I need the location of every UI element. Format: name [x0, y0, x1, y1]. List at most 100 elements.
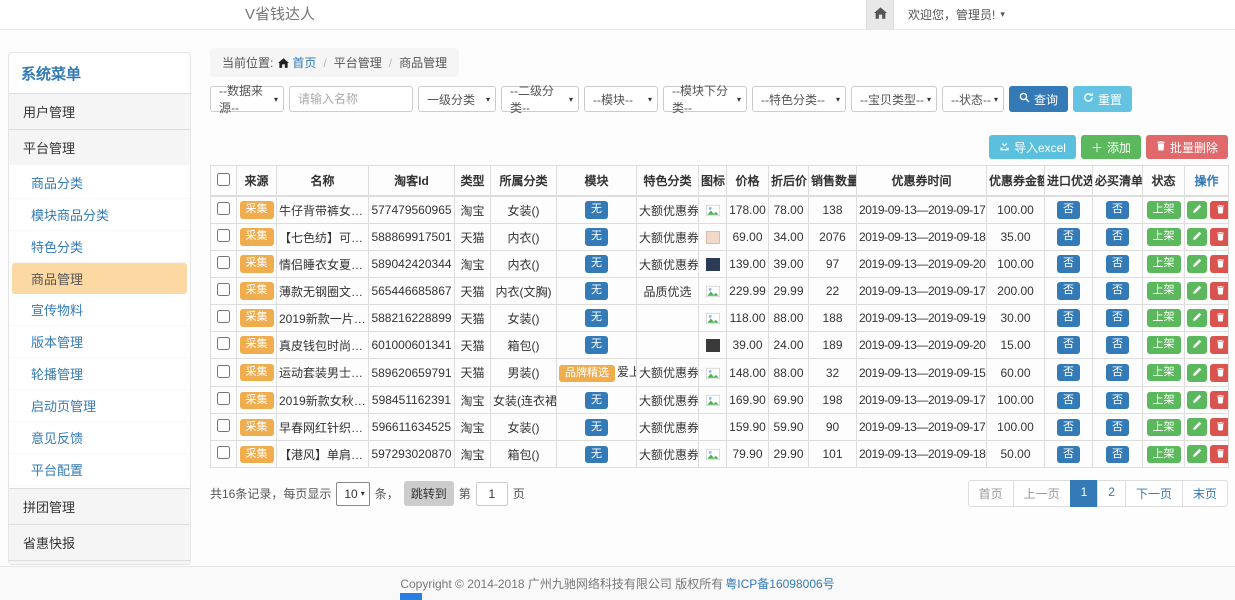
filter-select[interactable]: 一级分类▾ — [418, 86, 496, 112]
filter-select[interactable]: --数据来源--▾ — [210, 86, 284, 112]
sidebar-item[interactable]: 特色分类 — [9, 231, 190, 263]
must-buy-badge[interactable]: 否 — [1106, 419, 1129, 436]
sidebar-item[interactable]: 商品管理 — [12, 263, 187, 294]
sidebar-item[interactable]: 模块商品分类 — [9, 199, 190, 231]
sidebar-item[interactable]: 轮播管理 — [9, 358, 190, 390]
status-badge[interactable]: 上架 — [1147, 392, 1181, 409]
edit-button[interactable] — [1187, 336, 1207, 354]
add-button[interactable]: ＋ 添加 — [1081, 135, 1141, 159]
import-excel-button[interactable]: 导入excel — [989, 135, 1076, 159]
edit-button[interactable] — [1187, 228, 1207, 246]
must-buy-badge[interactable]: 否 — [1106, 201, 1129, 218]
imported-badge[interactable]: 否 — [1057, 336, 1080, 353]
delete-button[interactable] — [1210, 364, 1228, 382]
sidebar-group[interactable]: 拼团管理 — [9, 488, 190, 524]
row-checkbox[interactable] — [217, 310, 230, 323]
edit-button[interactable] — [1187, 309, 1207, 327]
page-button[interactable]: 2 — [1097, 480, 1126, 507]
status-badge[interactable]: 上架 — [1147, 228, 1181, 245]
status-badge[interactable]: 上架 — [1147, 446, 1181, 463]
status-badge[interactable]: 上架 — [1147, 419, 1181, 436]
row-checkbox[interactable] — [217, 446, 230, 459]
per-page-select[interactable]: 10 ▾ — [336, 482, 369, 506]
edit-button[interactable] — [1187, 282, 1207, 300]
jump-page-input[interactable] — [476, 482, 508, 506]
must-buy-badge[interactable]: 否 — [1106, 392, 1129, 409]
edit-button[interactable] — [1187, 418, 1207, 436]
imported-badge[interactable]: 否 — [1057, 255, 1080, 272]
filter-select[interactable]: --特色分类--▾ — [752, 86, 846, 112]
sidebar-item[interactable]: 宣传物料 — [9, 294, 190, 326]
sidebar-group[interactable]: 省惠快报 — [9, 524, 190, 560]
sidebar-item[interactable]: 意见反馈 — [9, 422, 190, 454]
delete-button[interactable] — [1210, 336, 1228, 354]
delete-button[interactable] — [1210, 255, 1228, 273]
filter-select[interactable]: --状态--▾ — [942, 86, 1004, 112]
status-badge[interactable]: 上架 — [1147, 201, 1181, 218]
must-buy-badge[interactable]: 否 — [1106, 446, 1129, 463]
imported-badge[interactable]: 否 — [1057, 228, 1080, 245]
imported-badge[interactable]: 否 — [1057, 282, 1080, 299]
imported-badge[interactable]: 否 — [1057, 446, 1080, 463]
edit-button[interactable] — [1187, 255, 1207, 273]
imported-badge[interactable]: 否 — [1057, 364, 1080, 381]
status-badge[interactable]: 上架 — [1147, 364, 1181, 381]
imported-badge[interactable]: 否 — [1057, 419, 1080, 436]
filter-select[interactable]: --模块下分类--▾ — [663, 86, 747, 112]
row-checkbox[interactable] — [217, 256, 230, 269]
must-buy-badge[interactable]: 否 — [1106, 255, 1129, 272]
sidebar-item[interactable]: 商品分类 — [9, 167, 190, 199]
imported-badge[interactable]: 否 — [1057, 309, 1080, 326]
delete-button[interactable] — [1210, 201, 1228, 219]
user-menu[interactable]: 欢迎您，管理员! ▾ — [908, 6, 1005, 23]
jump-button[interactable]: 跳转到 — [404, 481, 454, 506]
must-buy-badge[interactable]: 否 — [1106, 282, 1129, 299]
imported-badge[interactable]: 否 — [1057, 392, 1080, 409]
must-buy-badge[interactable]: 否 — [1106, 309, 1129, 326]
row-checkbox[interactable] — [217, 229, 230, 242]
sidebar-group[interactable]: 用户管理 — [9, 93, 190, 129]
delete-button[interactable] — [1210, 228, 1228, 246]
delete-button[interactable] — [1210, 445, 1228, 463]
filter-select[interactable]: --二级分类--▾ — [501, 86, 579, 112]
edit-button[interactable] — [1187, 391, 1207, 409]
must-buy-badge[interactable]: 否 — [1106, 336, 1129, 353]
page-button[interactable]: 下一页 — [1125, 480, 1183, 507]
row-checkbox[interactable] — [217, 419, 230, 432]
status-badge[interactable]: 上架 — [1147, 336, 1181, 353]
page-button[interactable]: 1 — [1070, 480, 1099, 507]
edit-button[interactable] — [1187, 445, 1207, 463]
delete-button[interactable] — [1210, 391, 1228, 409]
sidebar-item[interactable]: 平台配置 — [9, 454, 190, 486]
delete-button[interactable] — [1210, 418, 1228, 436]
row-checkbox[interactable] — [217, 283, 230, 296]
name-search-input[interactable] — [289, 86, 413, 112]
must-buy-badge[interactable]: 否 — [1106, 364, 1129, 381]
status-badge[interactable]: 上架 — [1147, 255, 1181, 272]
status-badge[interactable]: 上架 — [1147, 309, 1181, 326]
imported-badge[interactable]: 否 — [1057, 201, 1080, 218]
delete-button[interactable] — [1210, 282, 1228, 300]
sidebar-item[interactable]: 启动页管理 — [9, 390, 190, 422]
sidebar-item[interactable]: 版本管理 — [9, 326, 190, 358]
delete-button[interactable] — [1210, 309, 1228, 327]
row-checkbox[interactable] — [217, 365, 230, 378]
edit-button[interactable] — [1187, 201, 1207, 219]
status-badge[interactable]: 上架 — [1147, 282, 1181, 299]
reset-button[interactable]: 重置 — [1073, 86, 1132, 112]
search-button[interactable]: 查询 — [1009, 86, 1068, 112]
filter-select[interactable]: --宝贝类型--▾ — [851, 86, 937, 112]
sidebar-group[interactable]: 消息管理 — [9, 560, 190, 565]
sidebar-group[interactable]: 平台管理 — [9, 129, 190, 165]
home-button[interactable] — [866, 0, 894, 29]
breadcrumb-home-link[interactable]: 首页 — [278, 54, 316, 71]
row-checkbox[interactable] — [217, 392, 230, 405]
page-button[interactable]: 首页 — [968, 480, 1014, 507]
row-checkbox[interactable] — [217, 337, 230, 350]
page-button[interactable]: 上一页 — [1013, 480, 1071, 507]
page-button[interactable]: 末页 — [1182, 480, 1228, 507]
row-checkbox[interactable] — [217, 202, 230, 215]
batch-delete-button[interactable]: 批量删除 — [1146, 135, 1228, 159]
filter-select[interactable]: --模块--▾ — [584, 86, 658, 112]
select-all-checkbox[interactable] — [217, 173, 230, 186]
